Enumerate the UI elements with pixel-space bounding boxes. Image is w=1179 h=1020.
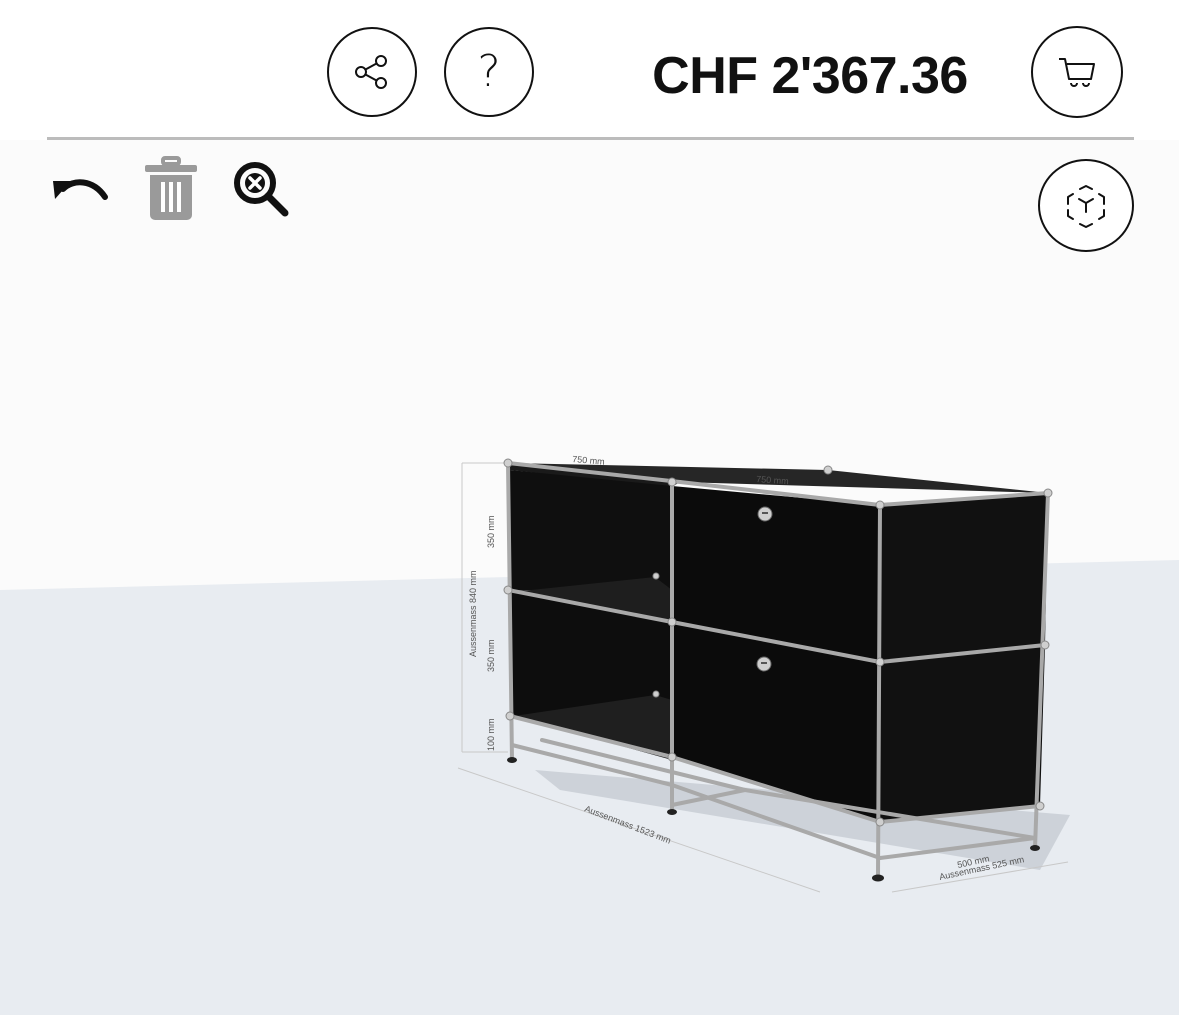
configurator-3d-view[interactable]: 750 mm 750 mm 350 mm 350 mm 100 mm Ausse… [0,140,1179,1015]
delete-button[interactable] [138,154,204,224]
cube-3d-icon [1067,184,1105,228]
scene-canvas: 750 mm 750 mm 350 mm 350 mm 100 mm Ausse… [0,140,1179,1015]
share-icon [355,55,387,89]
view-3d-button[interactable] [1038,159,1134,252]
undo-button[interactable] [48,163,112,219]
cart-button[interactable] [1031,26,1123,118]
help-button[interactable]: ? [444,27,534,117]
trash-icon [145,156,197,220]
dim-outer-height: Aussenmass 840 mm [468,570,478,657]
total-price: CHF 2'367.36 [652,47,968,105]
top-bar: ? CHF 2'367.36 [0,0,1179,140]
dim-height-lower: 350 mm [486,639,496,672]
undo-icon [53,179,108,200]
dim-height-upper: 350 mm [486,515,496,548]
dim-height-base: 100 mm [486,718,496,751]
share-button[interactable] [327,27,417,117]
zoom-reset-button[interactable] [228,158,294,220]
zoom-reset-icon [234,162,289,217]
cart-icon [1059,58,1095,87]
help-icon: ? [477,46,501,97]
